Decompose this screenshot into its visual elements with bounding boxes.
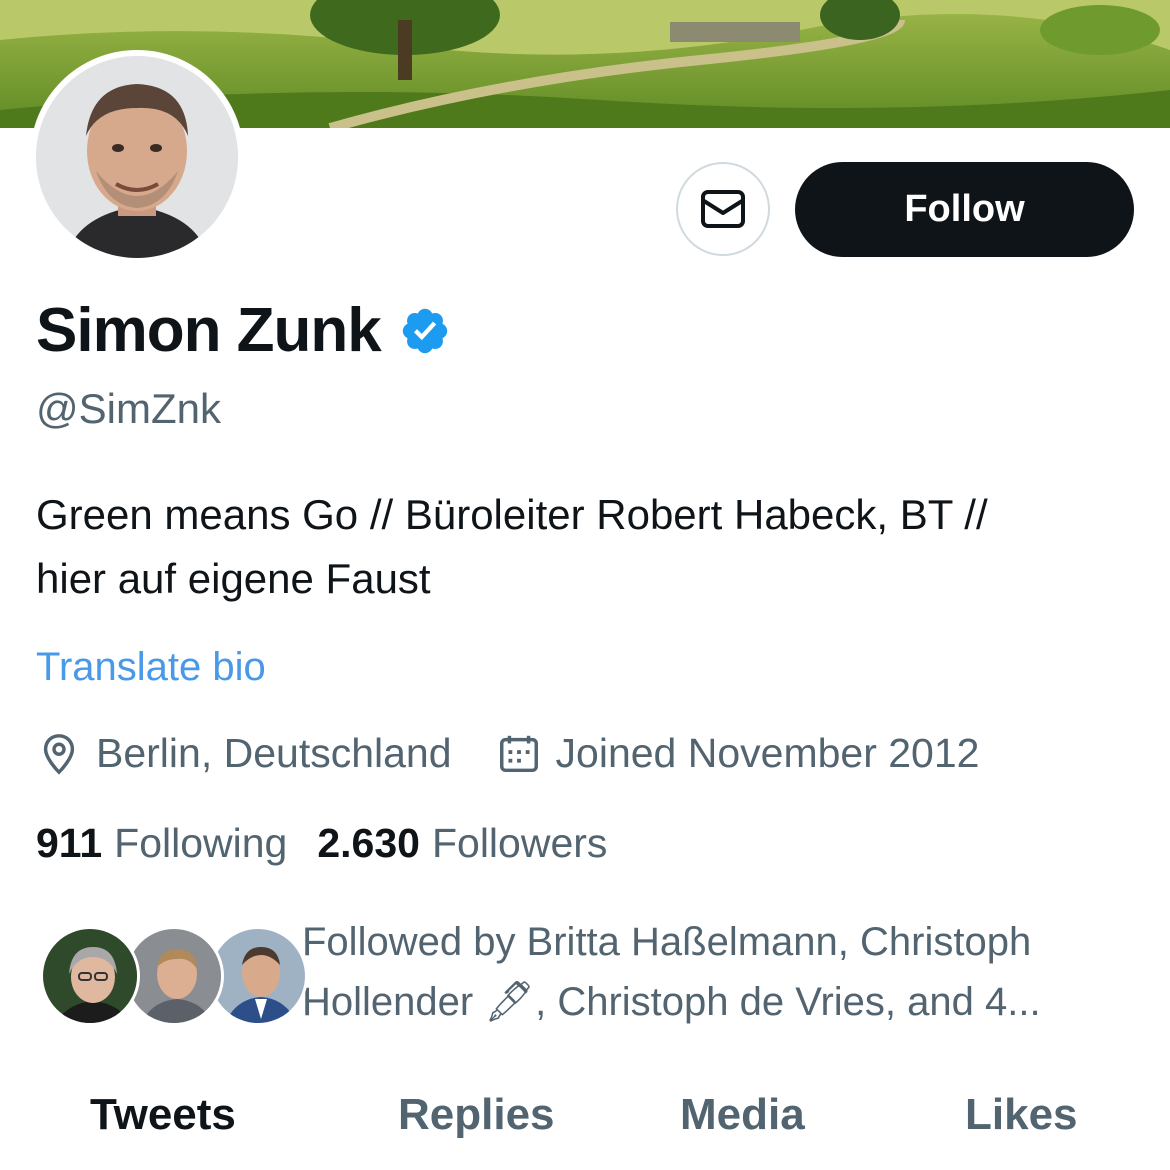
translate-bio-link[interactable]: Translate bio — [36, 645, 266, 690]
location-item: Berlin, Deutschland — [36, 730, 452, 777]
followers-label: Followers — [431, 820, 608, 866]
location-pin-icon — [43, 733, 75, 775]
profile-avatar[interactable] — [30, 50, 244, 264]
tab-tweets[interactable]: Tweets — [90, 1090, 236, 1140]
followed-by-line: Followed by Britta Haßelmann, Christoph — [302, 920, 1032, 964]
following-label: Following — [114, 820, 288, 866]
location-text: Berlin, Deutschland — [96, 730, 452, 776]
calendar-icon — [499, 735, 538, 772]
profile-stats: 911 Following 2.630 Followers — [36, 820, 607, 867]
message-button[interactable] — [676, 162, 770, 256]
bio-line: hier auf eigene Faust — [36, 555, 431, 602]
bio-line: Green means Go // Büroleiter Robert Habe… — [36, 491, 988, 538]
tab-replies[interactable]: Replies — [398, 1090, 555, 1140]
followers-stat[interactable]: 2.630 Followers — [317, 820, 607, 867]
followed-by-section[interactable]: Followed by Britta Haßelmann, Christoph … — [40, 912, 1140, 1032]
following-stat[interactable]: 911 Following — [36, 820, 287, 867]
following-count: 911 — [36, 820, 103, 866]
followed-by-line: Hollender 🖋, Christoph de Vries, and 4..… — [302, 980, 1041, 1024]
profile-meta: Berlin, Deutschland Joined November 2012 — [36, 730, 979, 777]
profile-name-row: Simon Zunk — [36, 295, 451, 366]
profile-handle: @SimZnk — [36, 385, 221, 432]
followed-by-text: Followed by Britta Haßelmann, Christoph … — [302, 912, 1132, 1032]
profile-tabs: Tweets Replies Media Likes — [0, 1080, 1170, 1160]
followers-count: 2.630 — [317, 820, 420, 866]
tab-media[interactable]: Media — [680, 1090, 805, 1140]
profile-bio: Green means Go // Büroleiter Robert Habe… — [36, 483, 1146, 611]
avatar-image — [36, 56, 238, 258]
joined-item: Joined November 2012 — [496, 730, 980, 777]
envelope-icon — [701, 190, 745, 228]
tab-likes[interactable]: Likes — [965, 1090, 1078, 1140]
joined-text: Joined November 2012 — [555, 730, 980, 776]
display-name: Simon Zunk — [36, 296, 382, 365]
follow-button[interactable]: Follow — [795, 162, 1134, 257]
follower-avatar — [40, 926, 140, 1026]
verified-badge-icon[interactable] — [399, 305, 451, 357]
